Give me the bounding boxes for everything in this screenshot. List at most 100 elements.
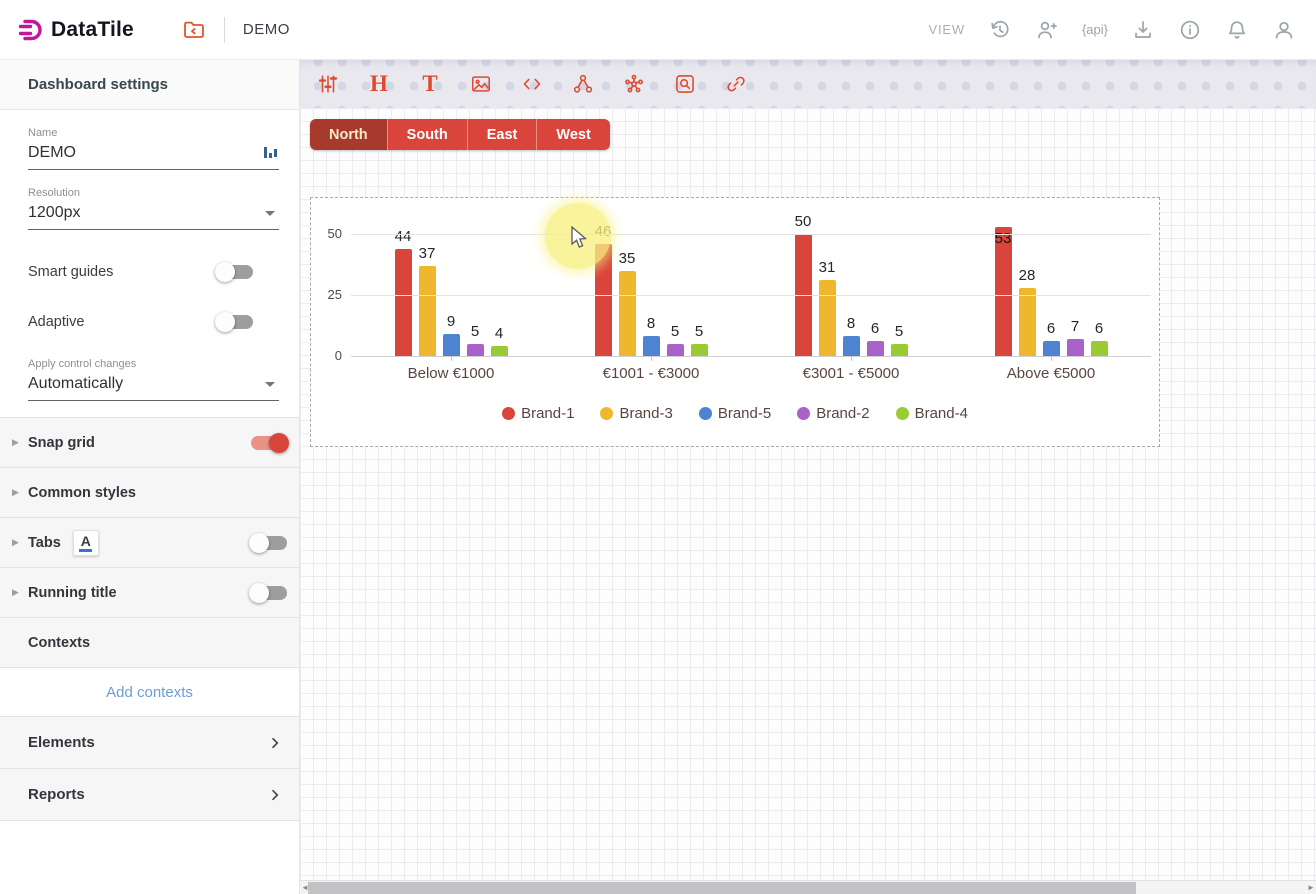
bar-value-label: 44 bbox=[395, 228, 412, 245]
sidebar-row-snap-grid[interactable]: ▶Snap grid bbox=[0, 418, 299, 468]
datatile-logo[interactable]: DataTile bbox=[18, 17, 134, 43]
bar-value-label: 9 bbox=[447, 313, 455, 330]
expand-chevron-icon[interactable]: ▶ bbox=[12, 587, 28, 598]
sidebar-row-common-styles[interactable]: ▶Common styles bbox=[0, 468, 299, 518]
chart-tile[interactable]: 4437954463585550318655328676 Below €1000… bbox=[310, 197, 1160, 447]
sidebar-title: Dashboard settings bbox=[0, 60, 299, 110]
legend-swatch bbox=[896, 407, 909, 420]
tab-north[interactable]: North bbox=[310, 119, 387, 150]
legend-item-brand-1[interactable]: Brand-1 bbox=[502, 405, 574, 422]
resolution-select[interactable]: 1200px bbox=[28, 199, 279, 230]
category-label: €3001 - €5000 bbox=[751, 365, 951, 382]
sidebar-nav-elements[interactable]: Elements bbox=[0, 717, 299, 769]
brand-name: DataTile bbox=[51, 18, 134, 42]
name-input[interactable]: DEMO bbox=[28, 144, 76, 162]
dashboard-canvas[interactable]: NorthSouthEastWest 443795446358555031865… bbox=[300, 108, 1316, 894]
tabs-toggle[interactable] bbox=[251, 536, 287, 550]
bar-value-label: 7 bbox=[1071, 318, 1079, 335]
snap-grid-toggle[interactable] bbox=[251, 436, 287, 450]
bar-value-label: 8 bbox=[647, 315, 655, 332]
bar-brand-5-4[interactable]: 6 bbox=[1043, 341, 1060, 356]
legend-item-brand-2[interactable]: Brand-2 bbox=[797, 405, 869, 422]
dashboard-settings-sidebar: Dashboard settings Name DEMO Resolution … bbox=[0, 60, 300, 894]
tab-east[interactable]: East bbox=[467, 119, 537, 150]
bar-brand-2-1[interactable]: 5 bbox=[467, 344, 484, 356]
api-icon[interactable]: {api} bbox=[1082, 22, 1108, 37]
nav-label: Reports bbox=[28, 786, 85, 803]
image-icon[interactable] bbox=[469, 72, 493, 96]
smart-guides-toggle[interactable] bbox=[217, 265, 253, 279]
expand-chevron-icon[interactable]: ▶ bbox=[12, 487, 28, 498]
bar-value-label: 4 bbox=[495, 325, 503, 342]
text-icon[interactable]: T bbox=[418, 72, 442, 96]
bar-brand-4-4[interactable]: 6 bbox=[1091, 341, 1108, 356]
bar-brand-3-1[interactable]: 37 bbox=[419, 266, 436, 356]
chevron-down-icon bbox=[265, 382, 275, 387]
legend-item-brand-4[interactable]: Brand-4 bbox=[896, 405, 968, 422]
bar-brand-2-3[interactable]: 6 bbox=[867, 341, 884, 356]
bar-value-label: 5 bbox=[671, 323, 679, 340]
folder-back-icon[interactable] bbox=[182, 18, 206, 42]
bar-brand-4-3[interactable]: 5 bbox=[891, 344, 908, 356]
running-title-toggle[interactable] bbox=[251, 586, 287, 600]
notifications-icon[interactable] bbox=[1225, 18, 1249, 42]
expand-chevron-icon[interactable]: ▶ bbox=[12, 537, 28, 548]
share-nodes-icon[interactable] bbox=[571, 72, 595, 96]
hub-icon[interactable] bbox=[622, 72, 646, 96]
bar-brand-4-1[interactable]: 4 bbox=[491, 346, 508, 356]
bar-value-label: 6 bbox=[1095, 320, 1103, 337]
document-title[interactable]: DEMO bbox=[243, 21, 290, 38]
chart-bars-icon[interactable] bbox=[261, 144, 279, 162]
bar-brand-5-2[interactable]: 8 bbox=[643, 336, 660, 356]
legend-label: Brand-5 bbox=[718, 405, 771, 422]
adaptive-toggle[interactable] bbox=[217, 315, 253, 329]
sidebar-row-contexts[interactable]: Contexts bbox=[0, 618, 299, 668]
bar-brand-3-3[interactable]: 31 bbox=[819, 280, 836, 356]
bar-value-label: 35 bbox=[619, 250, 636, 267]
bar-value-label: 6 bbox=[871, 320, 879, 337]
account-icon[interactable] bbox=[1272, 18, 1296, 42]
sliders-icon[interactable] bbox=[316, 72, 340, 96]
expand-chevron-icon[interactable]: ▶ bbox=[12, 437, 28, 448]
bar-brand-5-3[interactable]: 8 bbox=[843, 336, 860, 356]
legend-item-brand-5[interactable]: Brand-5 bbox=[699, 405, 771, 422]
user-add-icon[interactable] bbox=[1035, 18, 1059, 42]
add-contexts-button[interactable]: Add contexts bbox=[0, 668, 299, 717]
tab-south[interactable]: South bbox=[387, 119, 467, 150]
horizontal-scrollbar[interactable]: ◄ ► bbox=[300, 880, 1316, 894]
tab-west[interactable]: West bbox=[536, 119, 609, 150]
bar-brand-1-4[interactable]: 53 bbox=[995, 227, 1012, 356]
history-icon[interactable] bbox=[988, 18, 1012, 42]
bar-brand-5-1[interactable]: 9 bbox=[443, 334, 460, 356]
sidebar-nav-reports[interactable]: Reports bbox=[0, 769, 299, 821]
bar-brand-2-2[interactable]: 5 bbox=[667, 344, 684, 356]
sidebar-row-running-title[interactable]: ▶Running title bbox=[0, 568, 299, 618]
sidebar-row-tabs[interactable]: ▶TabsA bbox=[0, 518, 299, 568]
info-icon[interactable] bbox=[1178, 18, 1202, 42]
toggle-knob bbox=[215, 262, 235, 282]
bar-brand-1-1[interactable]: 44 bbox=[395, 249, 412, 356]
bar-brand-4-2[interactable]: 5 bbox=[691, 344, 708, 356]
legend-label: Brand-1 bbox=[521, 405, 574, 422]
bar-value-label: 5 bbox=[471, 323, 479, 340]
text-format-icon[interactable]: A bbox=[73, 530, 99, 556]
category-label: Below €1000 bbox=[351, 365, 551, 382]
scroll-right-arrow[interactable]: ► bbox=[1306, 881, 1316, 894]
legend-item-brand-3[interactable]: Brand-3 bbox=[600, 405, 672, 422]
topbar: DataTile DEMO VIEW {api} bbox=[0, 0, 1316, 60]
download-icon[interactable] bbox=[1131, 18, 1155, 42]
code-icon[interactable] bbox=[520, 72, 544, 96]
heading-icon[interactable]: H bbox=[367, 72, 391, 96]
view-label[interactable]: VIEW bbox=[929, 22, 965, 37]
scrollbar-thumb[interactable] bbox=[308, 882, 1136, 894]
toggle-knob bbox=[249, 533, 269, 553]
gridline bbox=[351, 234, 1151, 235]
bar-brand-3-2[interactable]: 35 bbox=[619, 271, 636, 356]
row-label: Common styles bbox=[28, 485, 136, 501]
name-field[interactable]: DEMO bbox=[28, 139, 279, 170]
link-icon[interactable] bbox=[724, 72, 748, 96]
bar-brand-2-4[interactable]: 7 bbox=[1067, 339, 1084, 356]
bar-brand-3-4[interactable]: 28 bbox=[1019, 288, 1036, 356]
apply-changes-select[interactable]: Automatically bbox=[28, 370, 279, 401]
zoom-object-icon[interactable] bbox=[673, 72, 697, 96]
